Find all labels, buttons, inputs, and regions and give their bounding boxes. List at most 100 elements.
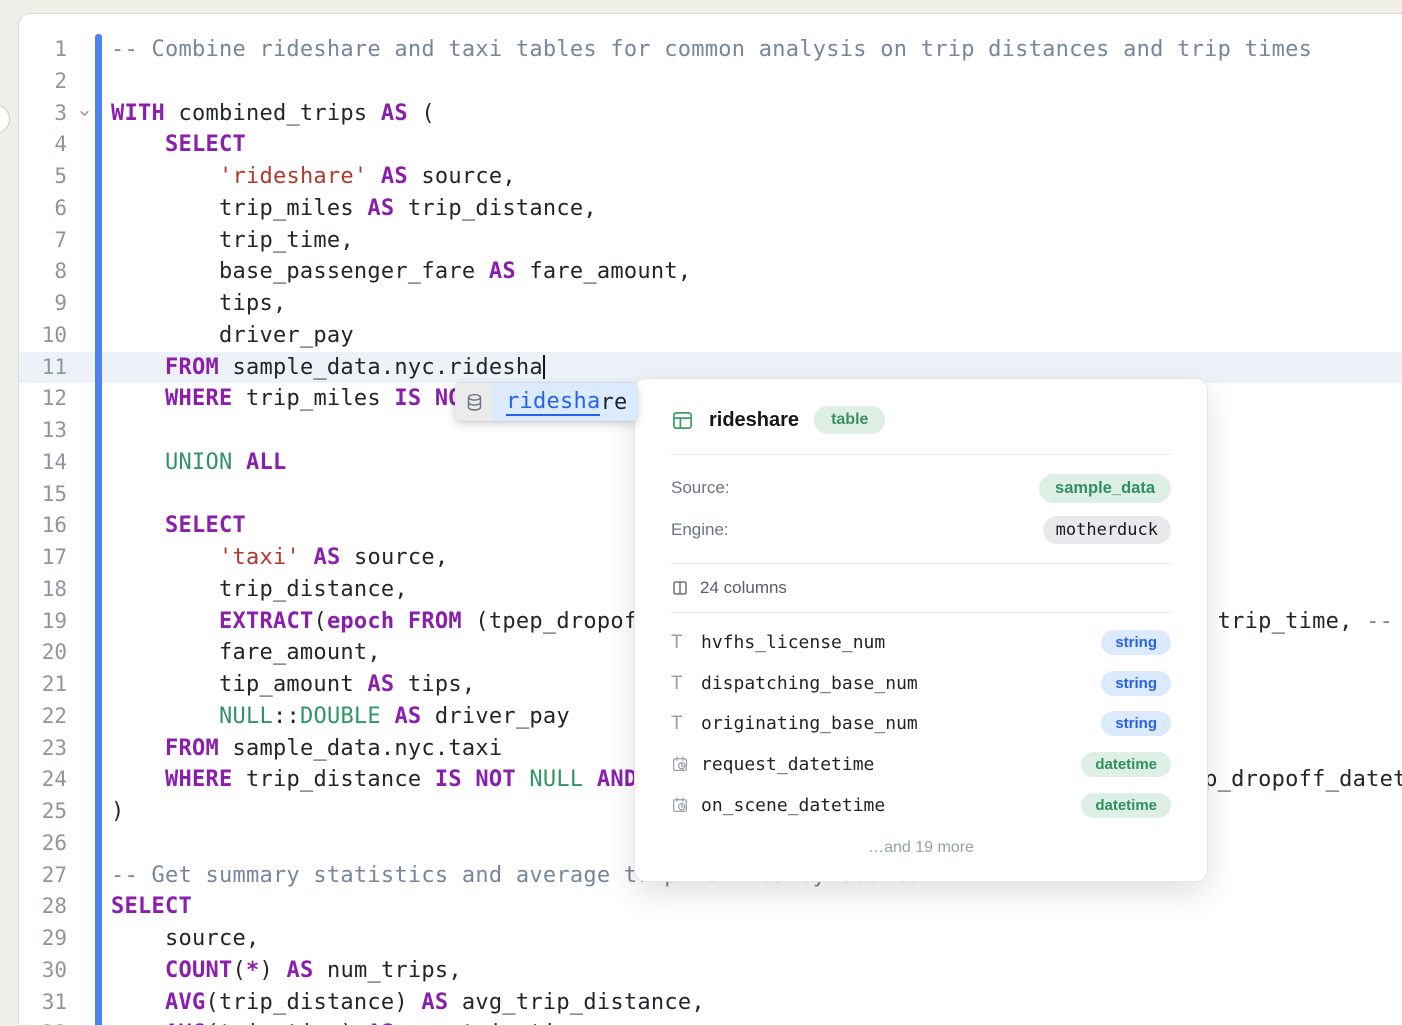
column-row[interactable]: Toriginating_base_numstring xyxy=(671,703,1171,744)
text-type-icon: T xyxy=(671,633,701,652)
column-row[interactable]: on_scene_datetimedatetime xyxy=(671,785,1171,826)
code-line-text: trip_miles AS trip_distance, xyxy=(111,193,1402,225)
line-number: 21 xyxy=(19,669,67,701)
code-line-text: 'rideshare' AS source, xyxy=(111,161,1402,193)
line-number: 30 xyxy=(19,955,67,987)
line-number: 26 xyxy=(19,828,67,860)
line-number: 9 xyxy=(19,288,67,320)
datetime-type-icon xyxy=(671,755,701,773)
code-line[interactable]: 31 AVG(trip_distance) AS avg_trip_distan… xyxy=(19,987,1402,1019)
table-name: rideshare xyxy=(709,409,799,432)
autocomplete-popup: rideshare xyxy=(455,383,637,421)
code-line-text: SELECT xyxy=(111,129,1402,161)
code-line-text: -- Combine rideshare and taxi tables for… xyxy=(111,34,1402,66)
line-number: 24 xyxy=(19,764,67,796)
text-cursor xyxy=(543,355,545,379)
line-number: 18 xyxy=(19,574,67,606)
column-type-badge: string xyxy=(1101,711,1171,736)
fold-chevron-icon[interactable] xyxy=(74,98,94,130)
line-number: 5 xyxy=(19,161,67,193)
column-name: on_scene_datetime xyxy=(701,795,1081,816)
line-number: 8 xyxy=(19,256,67,288)
code-line[interactable]: 1 -- Combine rideshare and taxi tables fo… xyxy=(19,34,1402,66)
line-number: 25 xyxy=(19,796,67,828)
column-type-badge: string xyxy=(1101,630,1171,655)
motherduck-sql-notebook: { "editor": { "lines": [ {"n":"1","seg":… xyxy=(0,0,1402,1024)
line-number: 6 xyxy=(19,193,67,225)
line-number: 20 xyxy=(19,637,67,669)
cell-focus-bar xyxy=(95,34,102,1025)
code-line[interactable]: 30 COUNT(*) AS num_trips, xyxy=(19,955,1402,987)
column-row[interactable]: Tdispatching_base_numstring xyxy=(671,663,1171,704)
code-line-text: AVG(trip_distance) AS avg_trip_distance, xyxy=(111,987,1402,1019)
database-icon xyxy=(455,383,493,421)
line-number: 28 xyxy=(19,891,67,923)
column-name: hvfhs_license_num xyxy=(701,632,1101,653)
columns-list: Thvfhs_license_numstringTdispatching_bas… xyxy=(635,613,1207,827)
column-name: dispatching_base_num xyxy=(701,673,1101,694)
line-number: 12 xyxy=(19,383,67,415)
code-line[interactable]: 9 tips, xyxy=(19,288,1402,320)
code-line-text: source, xyxy=(111,923,1402,955)
autocomplete-item-rideshare[interactable]: rideshare xyxy=(493,383,637,421)
line-number: 31 xyxy=(19,987,67,1019)
column-row[interactable]: Thvfhs_license_numstring xyxy=(671,622,1171,663)
line-number: 27 xyxy=(19,860,67,892)
line-number: 15 xyxy=(19,479,67,511)
code-line[interactable]: 8 base_passenger_fare AS fare_amount, xyxy=(19,256,1402,288)
table-icon xyxy=(671,409,694,432)
code-line[interactable]: 7 trip_time, xyxy=(19,225,1402,257)
line-number: 19 xyxy=(19,606,67,638)
line-number: 7 xyxy=(19,225,67,257)
column-name: originating_base_num xyxy=(701,713,1101,734)
line-number: 10 xyxy=(19,320,67,352)
columns-count-row: 24 columns xyxy=(635,564,1207,612)
code-line-text: trip_time, xyxy=(111,225,1402,257)
line-number: 17 xyxy=(19,542,67,574)
code-line-text: SELECT xyxy=(111,891,1402,923)
meta-value-badge: sample_data xyxy=(1039,474,1171,503)
text-type-icon: T xyxy=(671,714,701,733)
table-type-badge: table xyxy=(814,406,885,434)
line-number: 3 xyxy=(19,98,67,130)
table-info-card: rideshare table Source: sample_data Engine… xyxy=(634,378,1208,882)
code-line[interactable]: 28 SELECT xyxy=(19,891,1402,923)
column-type-badge: string xyxy=(1101,671,1171,696)
autocomplete-rest-text: re xyxy=(600,390,627,415)
column-row[interactable]: request_datetimedatetime xyxy=(671,744,1171,785)
columns-count-text: 24 columns xyxy=(700,578,787,598)
column-name: request_datetime xyxy=(701,754,1081,775)
more-columns-text: …and 19 more xyxy=(635,827,1207,881)
edge-handle[interactable] xyxy=(0,104,10,134)
code-line-text: tips, xyxy=(111,288,1402,320)
column-type-badge: datetime xyxy=(1081,793,1171,818)
code-line[interactable]: 6 trip_miles AS trip_distance, xyxy=(19,193,1402,225)
code-line[interactable]: 5 'rideshare' AS source, xyxy=(19,161,1402,193)
columns-icon xyxy=(671,579,689,597)
line-number: 2 xyxy=(19,66,67,98)
line-number: 29 xyxy=(19,923,67,955)
text-type-icon: T xyxy=(671,674,701,693)
code-line[interactable]: 2 xyxy=(19,66,1402,98)
meta-label: Source: xyxy=(671,478,730,498)
column-type-badge: datetime xyxy=(1081,752,1171,777)
table-meta-row: Engine: motherduck xyxy=(671,509,1171,551)
line-number: 1 xyxy=(19,34,67,66)
code-line[interactable]: 3WITH combined_trips AS ( xyxy=(19,98,1402,130)
line-number: 14 xyxy=(19,447,67,479)
line-number: 16 xyxy=(19,510,67,542)
table-meta-row: Source: sample_data xyxy=(671,467,1171,509)
meta-label: Engine: xyxy=(671,520,729,540)
line-number: 4 xyxy=(19,129,67,161)
table-card-header: rideshare table xyxy=(635,379,1207,454)
line-number: 23 xyxy=(19,733,67,765)
datetime-type-icon xyxy=(671,796,701,814)
code-line-text: base_passenger_fare AS fare_amount, xyxy=(111,256,1402,288)
line-number: 13 xyxy=(19,415,67,447)
code-line[interactable]: 10 driver_pay xyxy=(19,320,1402,352)
code-line-text: driver_pay xyxy=(111,320,1402,352)
code-line[interactable]: 4 SELECT xyxy=(19,129,1402,161)
line-number: 11 xyxy=(19,352,67,384)
meta-value-badge: motherduck xyxy=(1043,516,1171,544)
code-line[interactable]: 29 source, xyxy=(19,923,1402,955)
